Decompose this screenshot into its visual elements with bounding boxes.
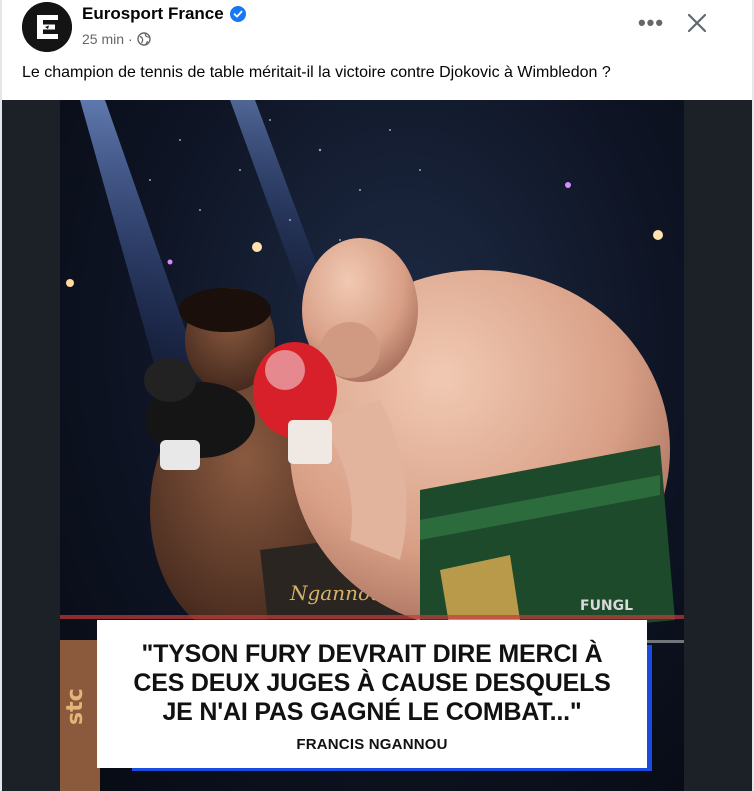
page-name[interactable]: Eurosport France — [82, 4, 246, 24]
page-avatar[interactable] — [22, 2, 72, 52]
close-icon — [687, 13, 707, 33]
svg-text:stc: stc — [63, 688, 88, 725]
post-meta: 25 min · — [82, 30, 151, 48]
close-button[interactable] — [682, 8, 712, 38]
verified-badge-icon — [229, 6, 246, 22]
meta-separator: · — [128, 31, 133, 47]
page-name-text[interactable]: Eurosport France — [82, 4, 224, 24]
quote-line-1: "TYSON FURY DEVRAIT DIRE MERCI À — [141, 640, 603, 668]
quote-line-3: JE N'AI PAS GAGNÉ LE COMBAT..." — [162, 698, 582, 726]
quote-line-2: CES DEUX JUGES À CAUSE DESQUELS — [133, 669, 611, 697]
more-options-icon: ••• — [637, 10, 665, 35]
quote-card: "TYSON FURY DEVRAIT DIRE MERCI À CES DEU… — [97, 620, 647, 768]
post-card: Eurosport France 25 min · ••• Le champio… — [2, 0, 752, 791]
post-timestamp[interactable]: 25 min — [82, 30, 124, 48]
svg-text:FUNGL: FUNGL — [580, 598, 633, 614]
post-text: Le champion de tennis de table méritait-… — [22, 64, 611, 81]
post-media[interactable]: Ngannou FUNGL stc "TYSON FURY DEVRAIT DI… — [2, 100, 752, 791]
globe-icon[interactable] — [137, 32, 151, 46]
more-options-button[interactable]: ••• — [634, 8, 668, 38]
eurosport-logo-icon — [22, 2, 72, 52]
post-header: Eurosport France 25 min · ••• — [2, 0, 752, 60]
quote-author: FRANCIS NGANNOU — [296, 736, 448, 753]
